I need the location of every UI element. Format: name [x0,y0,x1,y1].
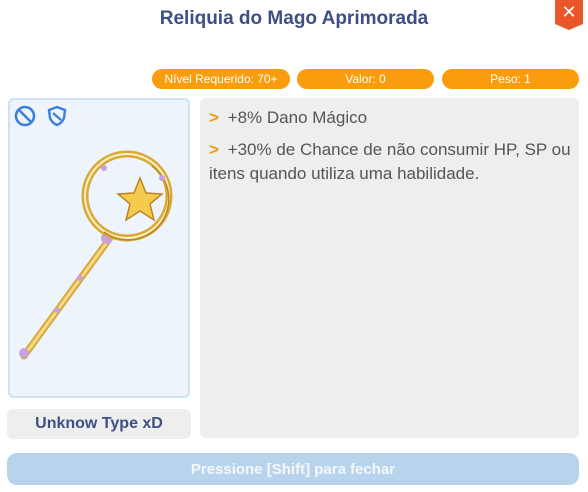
effect-text: +30% de Chance de não consumir HP, SP ou… [209,140,571,183]
item-type-label: Unknow Type xD [7,409,191,439]
close-hint-button[interactable]: Pressione [Shift] para fechar [7,453,579,485]
value-badge: Valor: 0 [297,69,434,89]
bullet-icon: > [209,108,219,127]
close-button[interactable]: ✕ [555,0,583,30]
item-description: > +8% Dano Mágico > +30% de Chance de nã… [200,98,579,438]
staff-icon [19,150,173,360]
weight-badge: Peso: 1 [442,69,579,89]
effect-line: > +30% de Chance de não consumir HP, SP … [209,138,571,186]
no-trade-icon [14,105,36,127]
required-level-badge: Nível Requerido: 70+ [152,69,290,89]
shield-icon [47,105,67,127]
window-title: Reliquia do Mago Aprimorada [159,8,429,29]
close-icon: ✕ [561,2,577,22]
bullet-icon: > [209,140,219,159]
effect-line: > +8% Dano Mágico [209,106,571,130]
item-image-panel [8,98,190,398]
effect-text: +8% Dano Mágico [227,108,368,127]
